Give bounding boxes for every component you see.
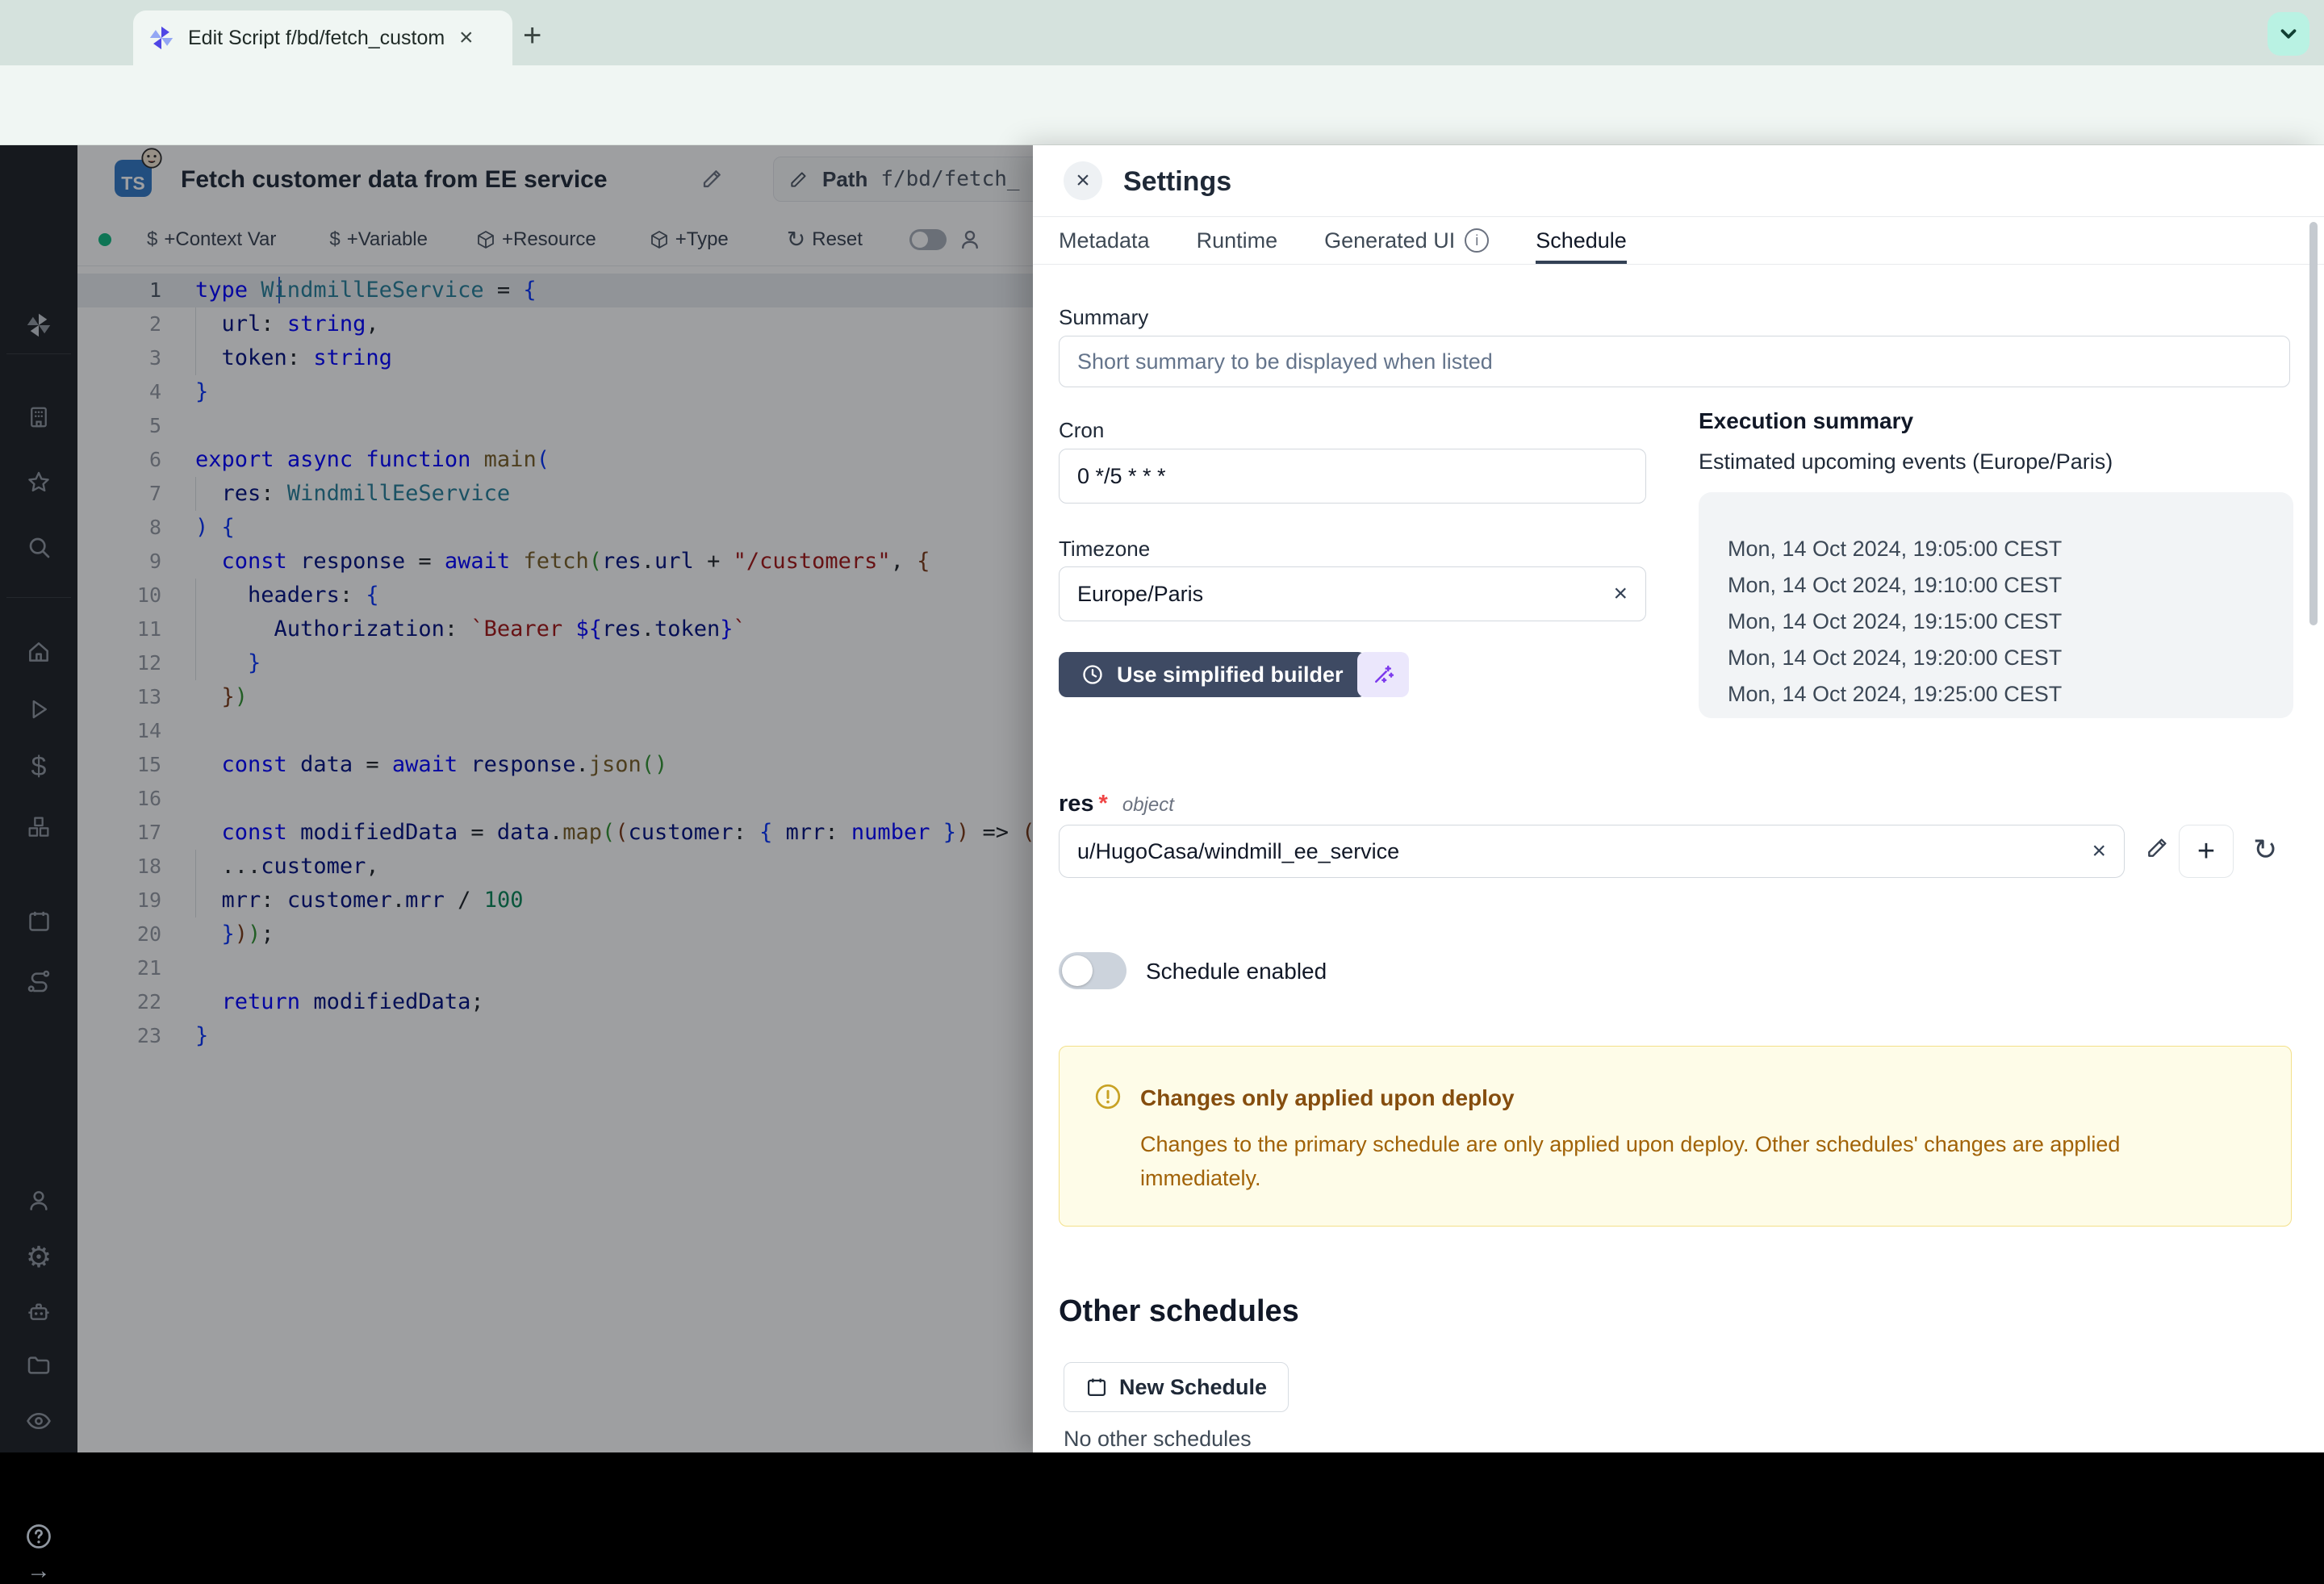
upcoming-events-panel: Mon, 14 Oct 2024, 19:05:00 CESTMon, 14 O… — [1699, 492, 2293, 718]
arg-name: res — [1059, 791, 1094, 817]
tab-schedule-label: Schedule — [1536, 228, 1627, 253]
help-icon — [24, 1522, 53, 1551]
tab-metadata-label: Metadata — [1059, 228, 1150, 253]
windmill-favicon-icon — [148, 24, 175, 52]
clear-resource-icon[interactable]: × — [2092, 838, 2106, 865]
cron-value: 0 */5 * * * — [1077, 464, 1166, 489]
schedule-enabled-label: Schedule enabled — [1146, 959, 1327, 984]
execution-summary-title: Execution summary — [1699, 408, 1913, 434]
resource-value: u/HugoCasa/windmill_ee_service — [1077, 839, 1399, 864]
other-schedules-title: Other schedules — [1059, 1294, 1299, 1329]
upcoming-event: Mon, 14 Oct 2024, 19:05:00 CEST — [1728, 531, 2293, 567]
use-simplified-builder-label: Use simplified builder — [1117, 662, 1344, 688]
settings-drawer: × Settings Metadata Runtime Generated UI… — [1033, 145, 2324, 1452]
add-resource-value-button[interactable]: + — [2179, 825, 2234, 878]
ai-cron-button[interactable] — [1357, 652, 1409, 697]
use-simplified-builder-button[interactable]: Use simplified builder — [1059, 652, 1366, 697]
sidebar-item-help[interactable] — [0, 1522, 77, 1551]
required-marker: * — [1099, 791, 1108, 817]
tab-title: Edit Script f/bd/fetch_custom — [188, 27, 454, 50]
browser-tab[interactable]: Edit Script f/bd/fetch_custom × — [133, 10, 512, 65]
summary-label: Summary — [1059, 305, 1148, 330]
tab-runtime[interactable]: Runtime — [1197, 217, 1278, 264]
tab-search-chevron-button[interactable] — [2268, 12, 2309, 56]
warning-body: Changes to the primary schedule are only… — [1140, 1127, 2226, 1195]
edit-resource-button[interactable] — [2145, 834, 2171, 860]
arg-type: object — [1122, 794, 1174, 817]
pencil-icon — [2145, 834, 2171, 860]
settings-tabs: Metadata Runtime Generated UI i Schedule — [1033, 216, 2324, 265]
upcoming-event: Mon, 14 Oct 2024, 19:20:00 CEST — [1728, 640, 2293, 676]
refresh-resource-button[interactable]: ↻ — [2253, 833, 2277, 867]
tab-generated-ui-label: Generated UI — [1324, 228, 1455, 253]
tab-metadata[interactable]: Metadata — [1059, 217, 1150, 264]
tab-schedule[interactable]: Schedule — [1536, 217, 1627, 264]
upcoming-event: Mon, 14 Oct 2024, 19:25:00 CEST — [1728, 676, 2293, 713]
cron-input[interactable]: 0 */5 * * * — [1059, 449, 1646, 504]
timezone-input[interactable]: Europe/Paris × — [1059, 566, 1646, 621]
summary-placeholder: Short summary to be displayed when liste… — [1077, 349, 1493, 374]
close-settings-button[interactable]: × — [1064, 161, 1102, 200]
deploy-warning-banner: Changes only applied upon deploy Changes… — [1059, 1046, 2292, 1227]
clock-icon — [1081, 663, 1104, 686]
browser-tab-strip: Edit Script f/bd/fetch_custom × + — [0, 0, 2324, 65]
calendar-icon — [1085, 1376, 1108, 1398]
execution-summary-subtitle: Estimated upcoming events (Europe/Paris) — [1699, 449, 2113, 474]
chevron-down-icon — [2276, 22, 2301, 46]
new-schedule-label: New Schedule — [1119, 1375, 1267, 1400]
sidebar-collapse-arrow[interactable]: → — [0, 1559, 77, 1583]
alert-circle-icon — [1093, 1082, 1122, 1111]
clear-timezone-icon[interactable]: × — [1613, 580, 1628, 608]
schedule-enabled-toggle[interactable] — [1059, 952, 1126, 989]
panel-scrollbar[interactable] — [2309, 222, 2318, 625]
timezone-value: Europe/Paris — [1077, 582, 1203, 607]
arrow-right-icon: → — [27, 1559, 51, 1583]
app-window: $ — [0, 145, 2324, 1452]
info-icon: i — [1465, 228, 1489, 253]
settings-title: Settings — [1123, 166, 1231, 198]
arg-header: res * object — [1059, 791, 1174, 817]
no-other-schedules-text: No other schedules — [1064, 1427, 1252, 1452]
upcoming-event: Mon, 14 Oct 2024, 19:15:00 CEST — [1728, 604, 2293, 640]
upcoming-event: Mon, 14 Oct 2024, 19:10:00 CEST — [1728, 567, 2293, 604]
tab-runtime-label: Runtime — [1197, 228, 1278, 253]
new-tab-button[interactable]: + — [523, 18, 541, 54]
magic-wand-icon — [1371, 662, 1395, 687]
cron-label: Cron — [1059, 418, 1104, 443]
summary-input[interactable]: Short summary to be displayed when liste… — [1059, 336, 2290, 387]
resource-input[interactable]: u/HugoCasa/windmill_ee_service × — [1059, 825, 2125, 878]
tab-close-icon[interactable]: × — [459, 26, 474, 50]
new-schedule-button[interactable]: New Schedule — [1064, 1362, 1289, 1412]
browser-toolbar: ← → ↻ app.windmill.dev/scripts/edit/f/bd… — [0, 65, 2324, 145]
warning-title: Changes only applied upon deploy — [1140, 1085, 1515, 1111]
timezone-label: Timezone — [1059, 537, 1150, 562]
tab-generated-ui[interactable]: Generated UI i — [1324, 217, 1489, 264]
